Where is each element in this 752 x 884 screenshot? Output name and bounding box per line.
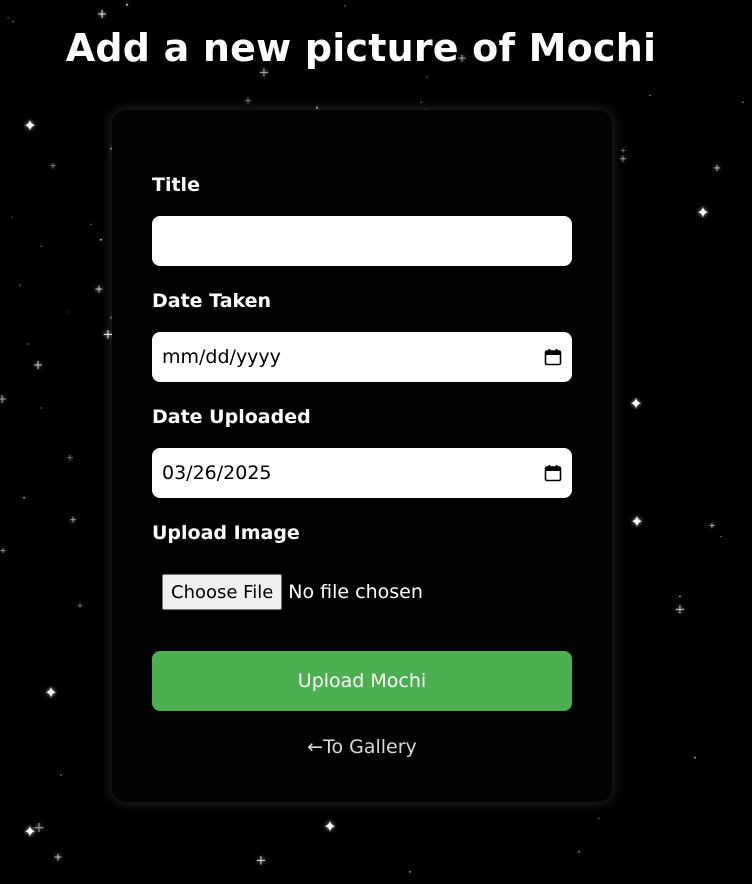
star: · <box>99 233 103 247</box>
star: · <box>693 751 697 765</box>
star: + <box>32 358 44 372</box>
star: · <box>39 404 43 413</box>
star: + <box>76 601 84 610</box>
date-taken-input[interactable]: mm/dd/yyyy <box>152 332 572 382</box>
star: + <box>674 602 686 618</box>
title-input[interactable] <box>152 216 572 266</box>
star: + <box>94 282 104 296</box>
star: + <box>620 146 626 155</box>
star: · <box>18 281 22 292</box>
star: + <box>96 7 108 21</box>
star: + <box>33 820 45 836</box>
date-uploaded-input[interactable]: 03/26/2025 <box>152 448 572 498</box>
star: · <box>678 592 682 603</box>
date-uploaded-value: 03/26/2025 <box>162 462 272 484</box>
star: + <box>708 521 716 530</box>
star: ✦ <box>44 683 58 702</box>
star: + <box>69 515 77 526</box>
date-taken-value: mm/dd/yyyy <box>162 346 281 368</box>
star: · <box>39 242 43 253</box>
star: · <box>408 865 412 879</box>
star: + <box>0 392 8 406</box>
title-label: Title <box>152 174 200 196</box>
star: ✦ <box>323 817 337 836</box>
star: + <box>712 163 722 174</box>
star: · <box>597 814 601 825</box>
star: · <box>343 0 347 13</box>
star: + <box>53 850 63 864</box>
star: + <box>49 161 57 172</box>
upload-mochi-button[interactable]: Upload Mochi <box>152 651 572 711</box>
upload-form-card: Title Date Taken mm/dd/yyyy Date Uploade… <box>112 110 612 802</box>
star: ✦ <box>629 394 643 413</box>
star: + <box>0 546 7 555</box>
star: ✦ <box>23 116 37 135</box>
page-title: Add a new picture of Mochi <box>65 26 657 70</box>
star: + <box>244 96 252 107</box>
star: · <box>26 340 30 349</box>
calendar-icon[interactable] <box>544 464 562 482</box>
star: · <box>419 98 423 109</box>
star: · <box>576 845 582 861</box>
date-taken-label: Date Taken <box>152 290 272 312</box>
star: · <box>425 73 429 82</box>
star: + <box>619 154 627 165</box>
star: · <box>124 0 130 14</box>
file-input[interactable]: Choose File No file chosen <box>162 574 423 610</box>
calendar-icon[interactable] <box>544 348 562 366</box>
choose-file-button[interactable]: Choose File <box>162 574 283 610</box>
star: · <box>22 491 26 505</box>
star: ✦ <box>696 203 710 222</box>
star: · <box>648 91 652 102</box>
star: + <box>255 853 267 869</box>
star: · <box>67 308 71 317</box>
star: · <box>741 98 745 109</box>
date-uploaded-label: Date Uploaded <box>152 406 311 428</box>
upload-image-label: Upload Image <box>152 522 300 544</box>
star: · <box>6 14 10 23</box>
star: + <box>66 453 74 464</box>
star: · <box>89 220 93 231</box>
back-to-gallery-link[interactable]: ←To Gallery <box>112 736 612 758</box>
star: ✦ <box>630 512 644 531</box>
star: · <box>10 213 14 222</box>
star: · <box>719 532 723 543</box>
file-status-text: No file chosen <box>288 581 423 603</box>
star: · <box>59 768 63 782</box>
